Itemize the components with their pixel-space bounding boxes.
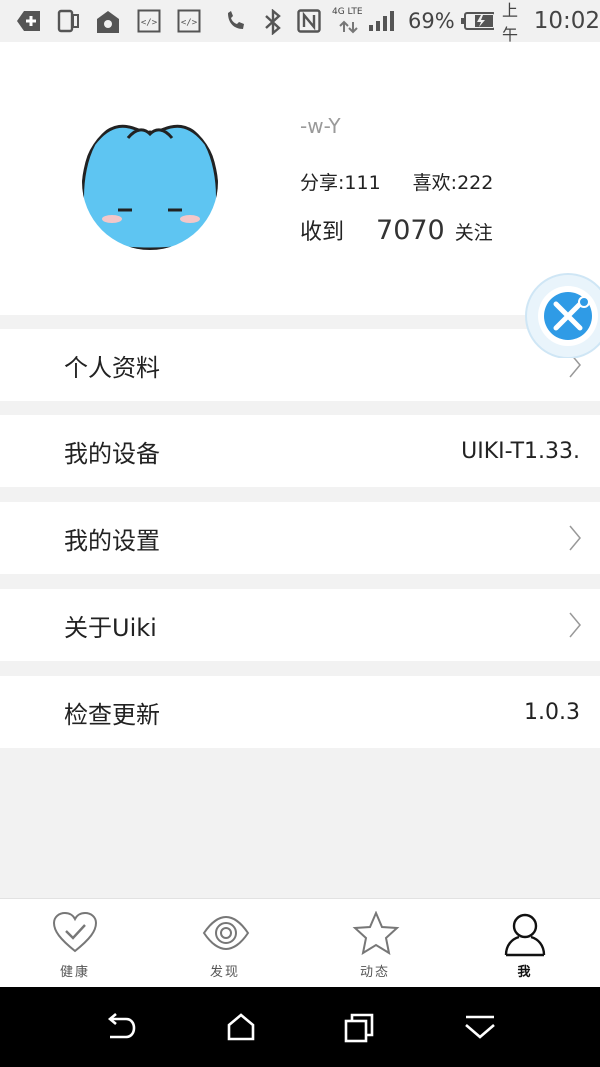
add-box-icon xyxy=(17,11,40,31)
notification-pull-icon[interactable] xyxy=(464,1013,496,1041)
star-icon xyxy=(352,911,400,955)
menu-item-label: 我的设备 xyxy=(64,439,160,468)
code-icon: </> xyxy=(177,9,201,33)
signal-icon xyxy=(369,11,394,31)
battery-percent: 69% xyxy=(408,9,455,33)
floating-tools-button[interactable] xyxy=(522,272,600,358)
received-count: 7070 xyxy=(376,215,445,246)
tab-label: 健康 xyxy=(59,965,90,980)
menu-item-my-settings[interactable]: 我的设置 xyxy=(0,502,600,574)
received-label: 收到 xyxy=(300,220,345,245)
tab-label: 我 xyxy=(517,965,533,980)
avatar[interactable] xyxy=(80,114,222,250)
svg-text:</>: </> xyxy=(141,18,158,28)
location-icon xyxy=(97,11,119,33)
device-value: UIKI-T1.33. xyxy=(461,438,580,464)
menu-item-label: 检查更新 xyxy=(64,700,160,729)
eye-icon xyxy=(202,915,250,951)
menu-item-my-device[interactable]: 我的设备 UIKI-T1.33. xyxy=(0,415,600,487)
phone-call-icon xyxy=(228,11,244,29)
bluetooth-icon xyxy=(265,9,281,35)
nfc-icon xyxy=(297,9,321,33)
received-unit: 关注 xyxy=(454,222,493,244)
tab-label: 发现 xyxy=(209,965,240,980)
tab-me[interactable]: 我 xyxy=(450,899,600,988)
heart-check-icon xyxy=(52,911,98,953)
chevron-right-icon xyxy=(569,612,581,638)
battery-charging-icon xyxy=(460,12,495,30)
tab-activity[interactable]: 动态 xyxy=(300,899,450,988)
menu-item-check-update[interactable]: 检查更新 1.0.3 xyxy=(0,676,600,748)
person-icon xyxy=(504,913,546,957)
time-period: 上午 xyxy=(502,1,519,44)
tab-label: 动态 xyxy=(359,965,390,980)
recent-apps-icon[interactable] xyxy=(344,1013,376,1043)
network-type-label: 4G LTE xyxy=(332,7,363,17)
profile-stats: 分享:111 喜欢:222 xyxy=(300,168,525,195)
bottom-tab-bar: 健康 发现 动态 我 xyxy=(0,898,600,988)
clock: 10:02 xyxy=(533,8,600,34)
profile-header: -w-Y 分享:111 喜欢:222 收到 7070 关注 xyxy=(0,42,600,315)
svg-text:</>: </> xyxy=(181,18,198,28)
menu-item-label: 关于Uiki xyxy=(64,613,157,642)
version-value: 1.0.3 xyxy=(524,699,580,725)
code-icon: </> xyxy=(137,9,161,33)
home-icon[interactable] xyxy=(226,1013,256,1041)
back-icon[interactable] xyxy=(104,1013,136,1041)
menu-item-label: 我的设置 xyxy=(64,526,160,555)
menu-item-personal-info[interactable]: 个人资料 xyxy=(0,329,600,401)
followers-row[interactable]: 收到 7070 关注 xyxy=(300,214,493,246)
shares-count[interactable]: 分享:111 xyxy=(300,172,381,194)
menu-item-about[interactable]: 关于Uiki xyxy=(0,589,600,661)
phone-screen-icon xyxy=(57,9,79,33)
chevron-right-icon xyxy=(569,525,581,551)
tab-health[interactable]: 健康 xyxy=(0,899,150,988)
data-arrows-icon xyxy=(339,20,358,34)
system-navigation-bar xyxy=(0,987,600,1067)
username: -w-Y xyxy=(300,114,341,138)
likes-count[interactable]: 喜欢:222 xyxy=(413,172,494,194)
status-bar: </> </> 4G LTE 69% 上午 10:02 xyxy=(0,0,600,44)
menu-item-label: 个人资料 xyxy=(64,353,160,382)
tab-discover[interactable]: 发现 xyxy=(150,899,300,988)
